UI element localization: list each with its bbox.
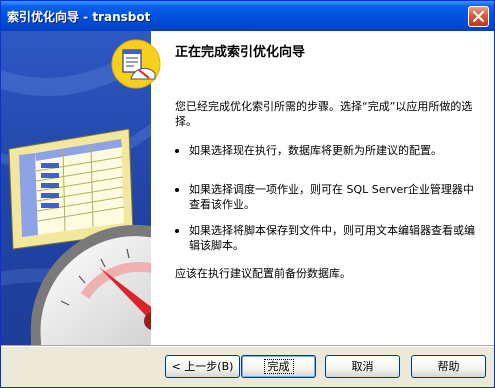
title-bar[interactable]: 索引优化向导 - transbot <box>1 1 494 31</box>
bullet-dot <box>175 229 179 233</box>
finish-button[interactable]: 完成 <box>241 355 316 378</box>
bullet-dot <box>175 188 179 192</box>
bullet-execute-now: 如果选择现在执行，数据库将更新为所建议的配置。 <box>175 143 475 158</box>
close-button[interactable] <box>468 6 489 27</box>
bullet-dot <box>175 149 179 153</box>
close-icon <box>473 11 484 22</box>
wizard-window: 索引优化向导 - transbot 正在完成索引优化向导 您已经完成优化索引所需… <box>0 0 495 388</box>
finish-button-label: 完成 <box>263 358 294 374</box>
bullet-schedule-job: 如果选择调度一项作业，则可在 SQL Server企业管理器中查看该作业。 <box>175 182 475 212</box>
backup-note: 应该在执行建议配置前备份数据库。 <box>175 267 351 280</box>
bullet-save-script: 如果选择将脚本保存到文件中，则可用文本编辑器查看或编辑该脚本。 <box>175 223 475 253</box>
button-separator <box>1 345 494 347</box>
back-button[interactable]: < 上一步(B) <box>165 355 240 378</box>
page-title: 正在完成索引优化向导 <box>175 45 306 60</box>
cancel-button[interactable]: 取消 <box>325 355 400 378</box>
wizard-report-gauge-icon <box>111 39 161 89</box>
intro-text: 您已经完成优化索引所需的步骤。选择“完成”以应用所做的选择。 <box>175 100 473 128</box>
window-title: 索引优化向导 - transbot <box>7 10 151 24</box>
bullet-text: 如果选择将脚本保存到文件中，则可用文本编辑器查看或编辑该脚本。 <box>189 224 475 252</box>
bullet-text: 如果选择调度一项作业，则可在 SQL Server企业管理器中查看该作业。 <box>189 183 474 211</box>
help-button[interactable]: 帮助 <box>411 355 486 378</box>
bullet-text: 如果选择现在执行，数据库将更新为所建议的配置。 <box>189 144 442 157</box>
